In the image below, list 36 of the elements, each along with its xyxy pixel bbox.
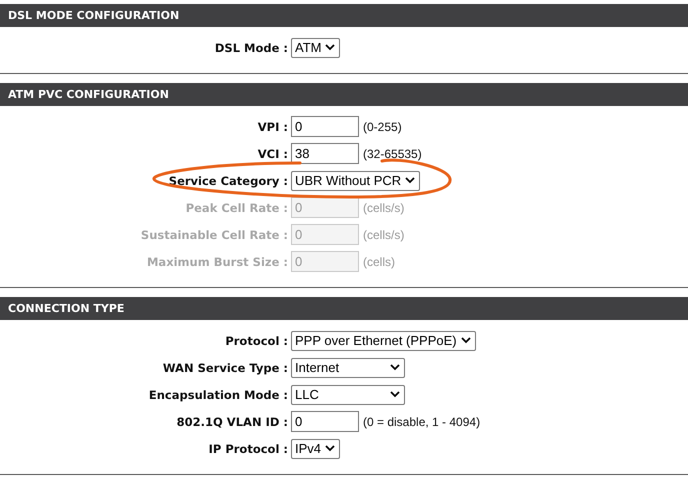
range-hint: (0 = disable, 1 - 4094) [363,414,480,428]
chevron-icon [390,364,400,371]
dropdown[interactable]: UBR Without PCR [291,170,420,190]
field-label: WAN Service Type : [162,360,289,374]
input-field[interactable]: 0 [291,116,359,137]
field-label: IP Protocol : [208,442,289,456]
field-label: Peak Cell Rate : [184,200,289,214]
chevron-icon [325,445,336,452]
range-hint: (cells) [363,254,395,268]
chevron-icon [405,177,416,184]
field-label: VCI : [256,146,289,160]
range-hint: (0-255) [363,120,402,134]
range-hint: (32-65535) [363,146,422,160]
chevron-icon [460,337,471,344]
chevron-icon [390,391,400,398]
section-header: ATM PVC CONFIGURATION [0,83,688,106]
field-label: Sustainable Cell Rate : [140,228,289,242]
field-label: Maximum Burst Size : [146,254,289,268]
field-label: Encapsulation Mode : [148,388,289,402]
dropdown[interactable]: IPv4 [291,438,340,458]
field-label: 802.1Q VLAN ID : [176,414,289,428]
section-header: DSL MODE CONFIGURATION [0,4,688,27]
dropdown[interactable]: Internet [291,358,405,378]
field-label: Protocol : [224,334,289,348]
dropdown[interactable]: LLC [291,384,405,404]
field-label: VPI : [256,120,289,134]
field-label: DSL Mode : [214,40,289,54]
field-label: Service Category : [168,174,289,188]
input-field[interactable]: 38 [291,143,359,164]
dropdown[interactable]: ATM [291,38,340,58]
chevron-icon [325,44,336,51]
input-field[interactable]: 0 [291,411,359,432]
range-hint: (cells/s) [363,228,404,242]
range-hint: (cells/s) [363,200,404,214]
section-header: CONNECTION TYPE [0,297,688,320]
dropdown[interactable]: PPP over Ethernet (PPPoE) [291,330,476,350]
